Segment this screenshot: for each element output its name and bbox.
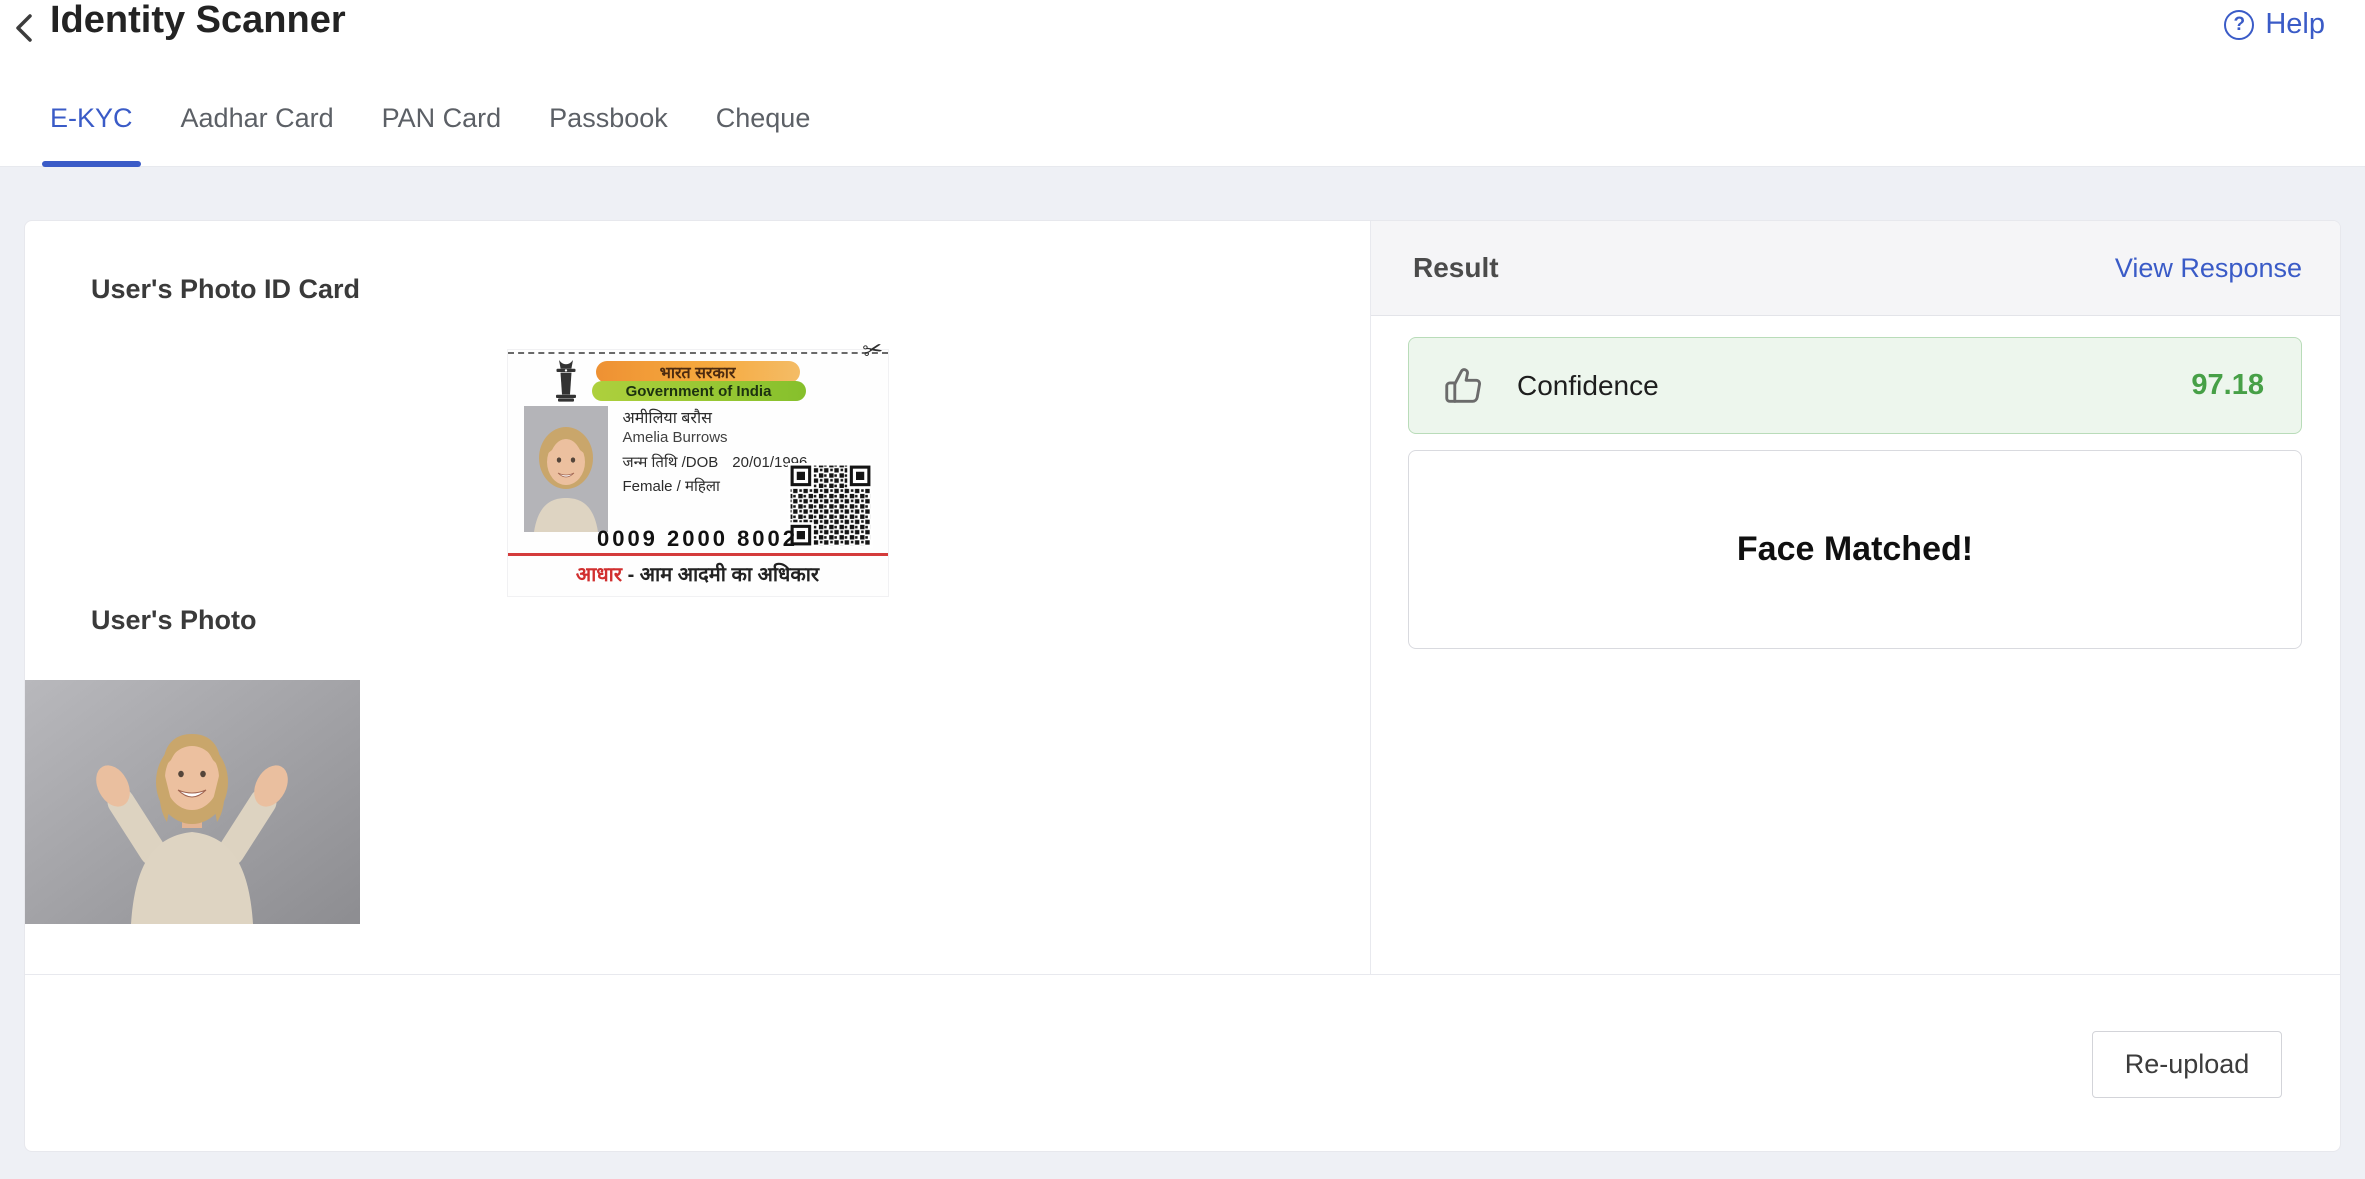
tab-e-kyc[interactable]: E-KYC (42, 70, 141, 166)
back-button[interactable] (6, 8, 46, 48)
tab-aadhar-card[interactable]: Aadhar Card (173, 70, 342, 166)
red-divider (508, 553, 888, 556)
govt-hindi-text: भारत सरकार (660, 361, 736, 383)
aadhaar-number: 0009 2000 8002 (568, 526, 828, 552)
id-card-heading: User's Photo ID Card (91, 221, 1370, 305)
page-title: Identity Scanner (50, 0, 346, 44)
help-link[interactable]: Help (2224, 8, 2325, 41)
id-card-preview: भारत सरकार Government of India (508, 350, 888, 596)
top-bar: Identity Scanner Help (0, 0, 2365, 70)
tab-pan-card[interactable]: PAN Card (374, 70, 510, 166)
tab-cheque[interactable]: Cheque (708, 70, 819, 166)
help-label: Help (2265, 8, 2325, 41)
scissors-icon (861, 334, 887, 367)
id-name-hindi: अमीलिया बरौस (623, 406, 712, 428)
id-name: Amelia Burrows (623, 429, 728, 446)
id-dob-line: जन्म तिथि /DOB20/01/1996 (623, 452, 808, 472)
page-background: User's Photo ID Card (0, 167, 2365, 1179)
help-icon (2224, 10, 2254, 40)
aadhaar-tagline: आधार - आम आदमी का अधिकार (508, 560, 888, 587)
match-message: Face Matched! (1737, 530, 1973, 569)
user-photo-preview (25, 680, 360, 924)
content-card: User's Photo ID Card (24, 220, 2341, 1152)
id-card-photo (524, 406, 608, 532)
id-gender: Female / महिला (623, 476, 720, 496)
tagline-prefix: आधार (576, 564, 622, 586)
identity-scanner-app: Identity Scanner Help E-KYC Aadhar Card … (0, 0, 2365, 1179)
back-chevron-icon (6, 8, 46, 48)
green-banner: Government of India (592, 381, 806, 401)
card-footer: Re-upload (25, 974, 2340, 1152)
cut-line (508, 352, 888, 354)
result-panel: Result View Response Confidence 97.18 (1371, 221, 2340, 974)
result-body: Confidence 97.18 Face Matched! (1371, 316, 2340, 649)
india-emblem-icon (550, 359, 582, 403)
id-dob-label: जन्म तिथि /DOB (623, 454, 719, 471)
view-response-link[interactable]: View Response (2115, 253, 2302, 284)
result-header: Result View Response (1371, 221, 2340, 316)
thumbs-up-icon (1441, 363, 1487, 409)
govt-english-text: Government of India (626, 383, 772, 400)
user-photo-heading: User's Photo (91, 604, 1370, 636)
tab-passbook[interactable]: Passbook (541, 70, 676, 166)
saffron-banner: भारत सरकार (596, 361, 800, 383)
match-result-box: Face Matched! (1408, 450, 2302, 649)
tagline-rest: - आम आदमी का अधिकार (622, 564, 819, 586)
confidence-value: 97.18 (2191, 369, 2264, 402)
result-title: Result (1413, 252, 1499, 284)
confidence-label: Confidence (1517, 370, 1659, 402)
reupload-button[interactable]: Re-upload (2092, 1031, 2282, 1098)
tab-bar: E-KYC Aadhar Card PAN Card Passbook Cheq… (0, 70, 2365, 167)
upload-preview-panel: User's Photo ID Card (25, 221, 1371, 974)
confidence-box: Confidence 97.18 (1408, 337, 2302, 434)
